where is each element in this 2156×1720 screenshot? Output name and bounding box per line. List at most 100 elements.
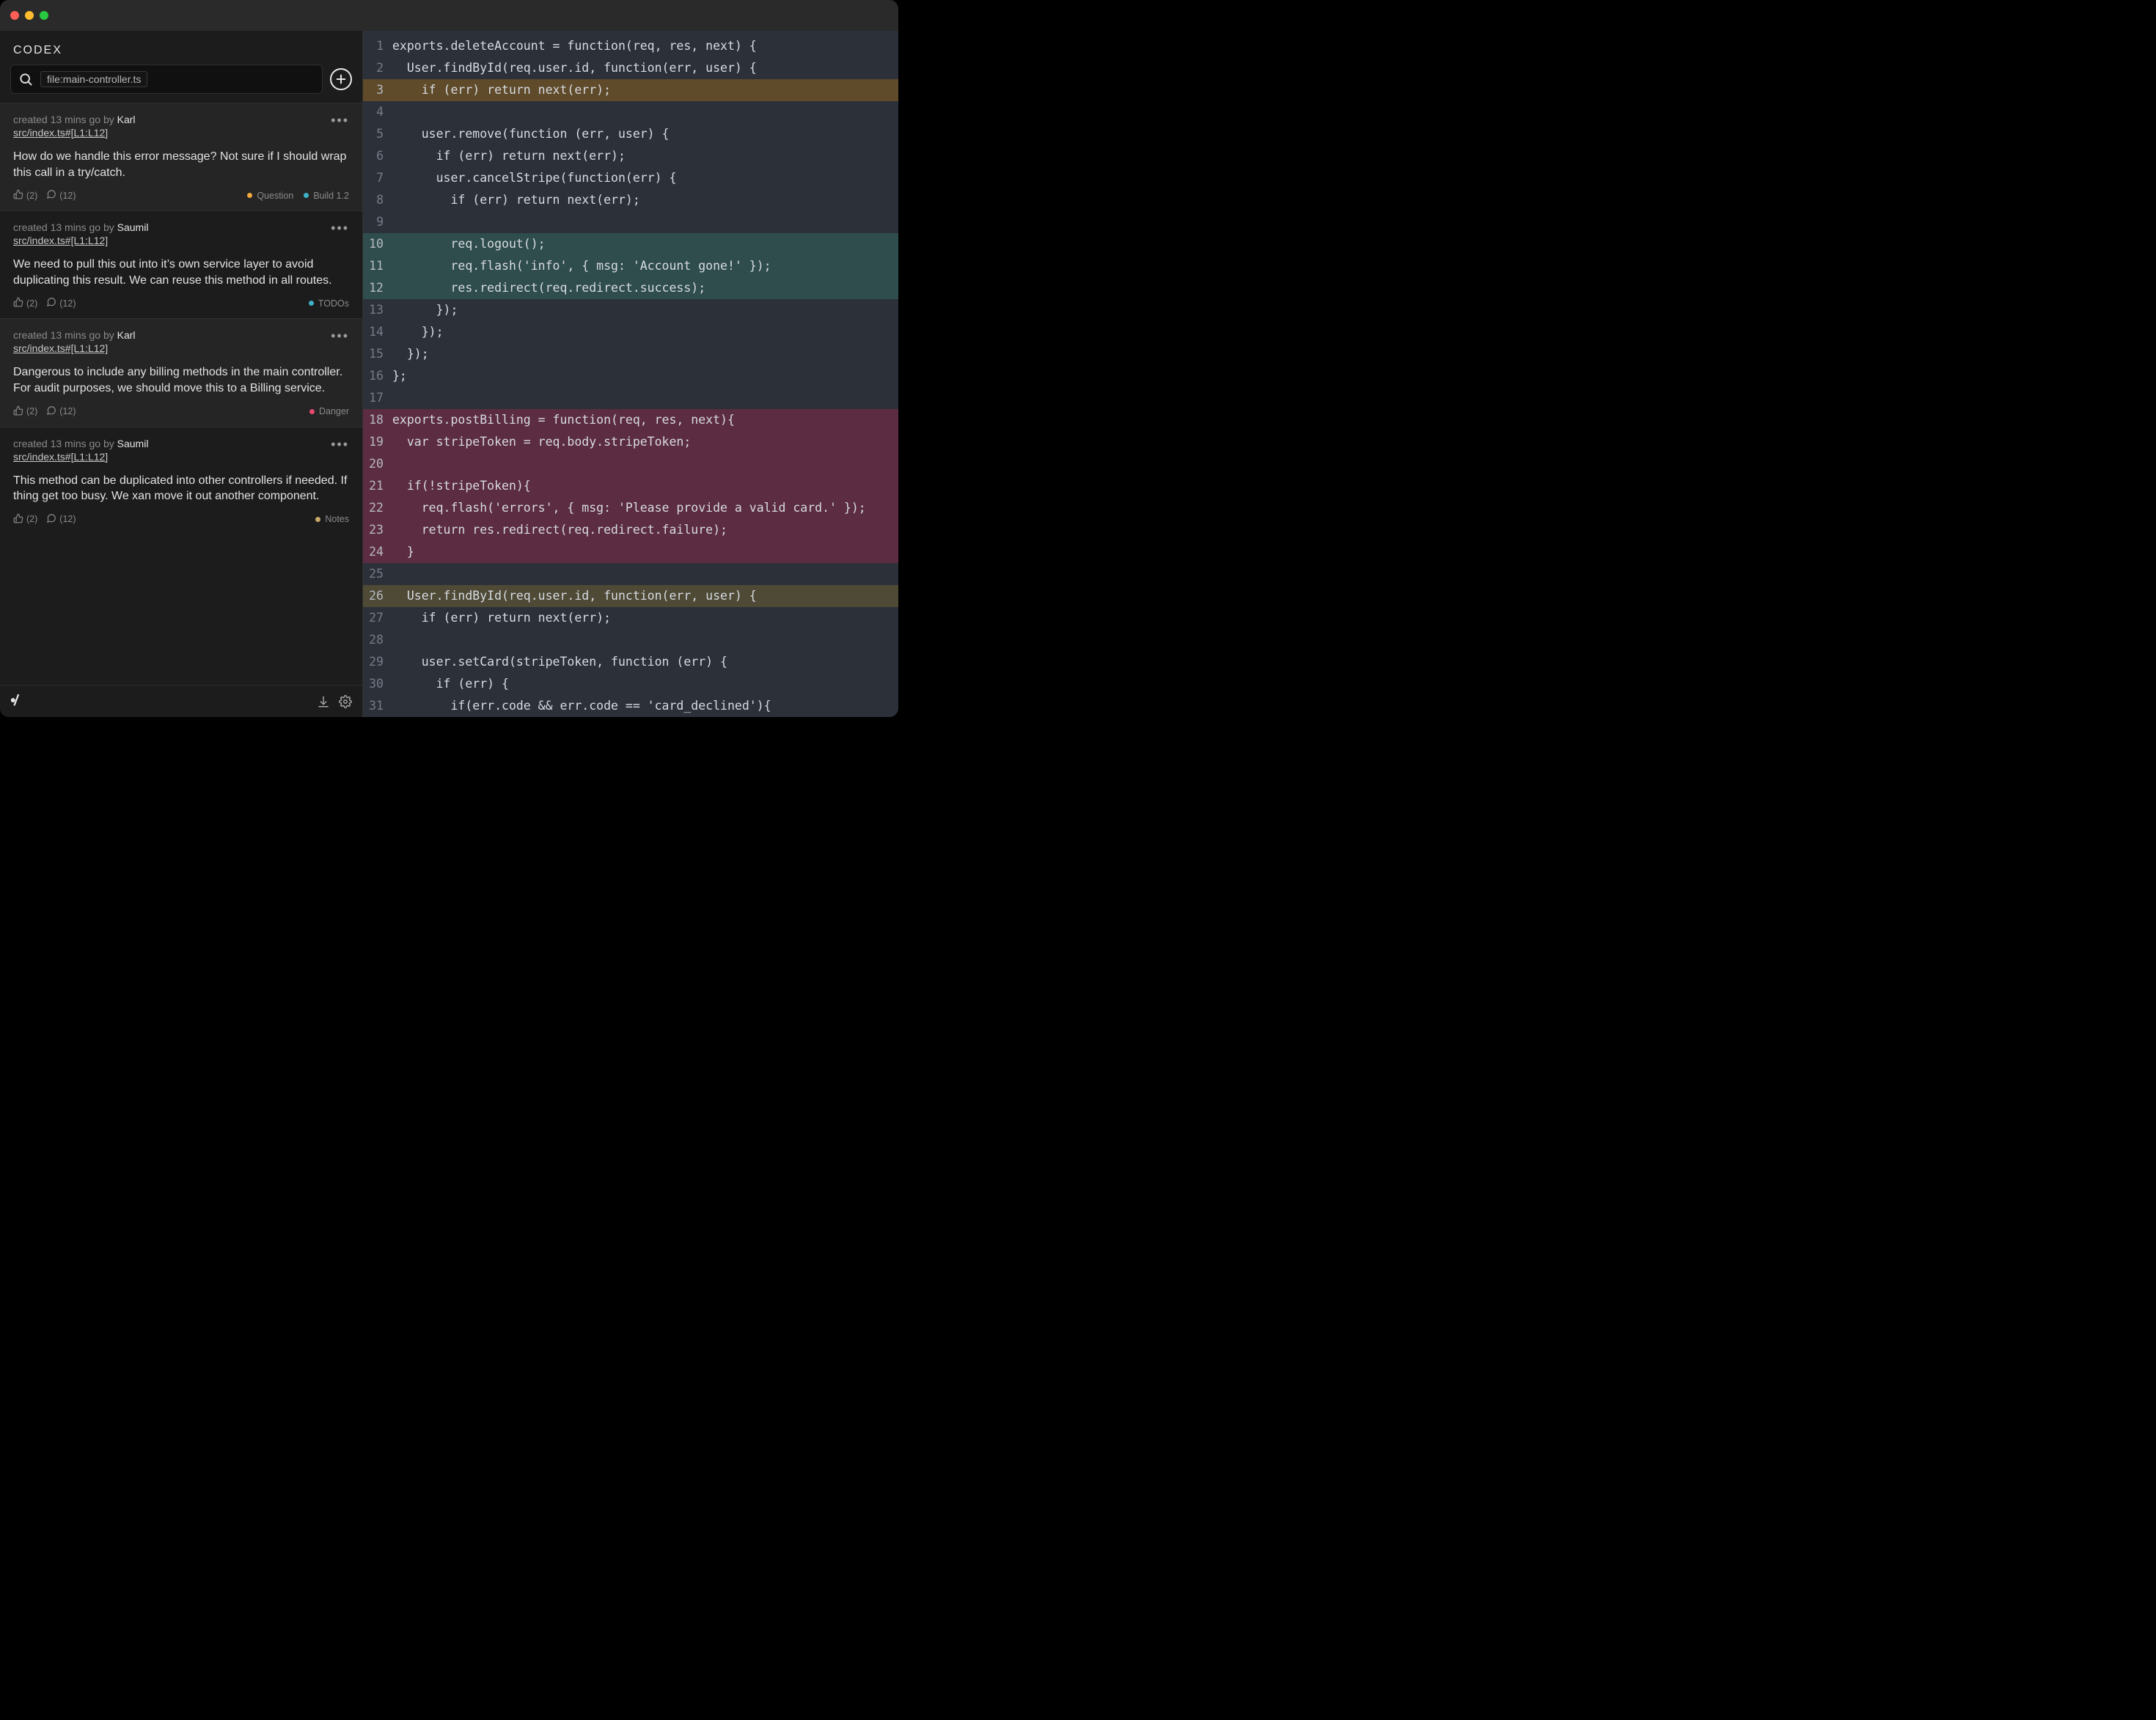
more-icon[interactable]: •••	[331, 221, 349, 235]
file-reference-link[interactable]: src/index.ts#[L1:L12]	[13, 451, 108, 463]
code-line[interactable]: 10 req.logout();	[363, 233, 898, 255]
line-content[interactable]: });	[388, 343, 898, 365]
like-button[interactable]: (2)	[13, 189, 37, 202]
comments-button[interactable]: (12)	[46, 513, 76, 526]
code-line[interactable]: 29 user.setCard(stripeToken, function (e…	[363, 651, 898, 673]
code-line[interactable]: 3 if (err) return next(err);	[363, 79, 898, 101]
line-content[interactable]	[388, 387, 898, 409]
more-icon[interactable]: •••	[331, 114, 349, 127]
code-line[interactable]: 28	[363, 629, 898, 651]
code-line[interactable]: 26 User.findById(req.user.id, function(e…	[363, 585, 898, 607]
line-content[interactable]: if(!stripeToken){	[388, 475, 898, 497]
code-line[interactable]: 18exports.postBilling = function(req, re…	[363, 409, 898, 431]
annotation-card[interactable]: created 13 mins go by Saumil src/index.t…	[0, 427, 362, 534]
download-icon[interactable]	[317, 695, 330, 708]
line-content[interactable]: req.logout();	[388, 233, 898, 255]
logo-icon[interactable]: •/	[10, 693, 17, 710]
code-line[interactable]: 4	[363, 101, 898, 123]
line-content[interactable]: if (err) {	[388, 673, 898, 695]
code-line[interactable]: 25	[363, 563, 898, 585]
line-content[interactable]: user.setCard(stripeToken, function (err)…	[388, 651, 898, 673]
zoom-icon[interactable]	[40, 11, 48, 20]
annotation-card[interactable]: created 13 mins go by Saumil src/index.t…	[0, 210, 362, 318]
line-content[interactable]	[388, 101, 898, 123]
comments-button[interactable]: (12)	[46, 189, 76, 202]
line-content[interactable]: user.remove(function (err, user) {	[388, 123, 898, 145]
code-line[interactable]: 15 });	[363, 343, 898, 365]
code-line[interactable]: 5 user.remove(function (err, user) {	[363, 123, 898, 145]
line-content[interactable]: req.flash('errors', { msg: 'Please provi…	[388, 497, 898, 519]
line-content[interactable]: exports.deleteAccount = function(req, re…	[388, 35, 898, 57]
search-input[interactable]: file:main-controller.ts	[10, 65, 323, 94]
code-line[interactable]: 1exports.deleteAccount = function(req, r…	[363, 35, 898, 57]
code-line[interactable]: 20	[363, 453, 898, 475]
line-content[interactable]	[388, 629, 898, 651]
code-line[interactable]: 12 res.redirect(req.redirect.success);	[363, 277, 898, 299]
gear-icon[interactable]	[339, 695, 352, 708]
line-content[interactable]: User.findById(req.user.id, function(err,…	[388, 585, 898, 607]
line-content[interactable]: res.redirect(req.redirect.success);	[388, 277, 898, 299]
line-content[interactable]: var stripeToken = req.body.stripeToken;	[388, 431, 898, 453]
code-editor[interactable]: 1exports.deleteAccount = function(req, r…	[363, 31, 898, 717]
code-line[interactable]: 27 if (err) return next(err);	[363, 607, 898, 629]
comments-button[interactable]: (12)	[46, 297, 76, 309]
line-content[interactable]: if (err) return next(err);	[388, 607, 898, 629]
more-icon[interactable]: •••	[331, 438, 349, 451]
add-button[interactable]	[330, 68, 352, 90]
minimize-icon[interactable]	[25, 11, 34, 20]
titlebar[interactable]	[0, 0, 898, 31]
code-line[interactable]: 30 if (err) {	[363, 673, 898, 695]
annotation-card[interactable]: created 13 mins go by Karl src/index.ts#…	[0, 103, 362, 210]
code-line[interactable]: 8 if (err) return next(err);	[363, 189, 898, 211]
code-line[interactable]: 16};	[363, 365, 898, 387]
code-line[interactable]: 11 req.flash('info', { msg: 'Account gon…	[363, 255, 898, 277]
line-content[interactable]	[388, 563, 898, 585]
code-line[interactable]: 31 if(err.code && err.code == 'card_decl…	[363, 695, 898, 717]
line-content[interactable]: });	[388, 299, 898, 321]
like-button[interactable]: (2)	[13, 405, 37, 418]
line-content[interactable]: User.findById(req.user.id, function(err,…	[388, 57, 898, 79]
code-line[interactable]: 6 if (err) return next(err);	[363, 145, 898, 167]
line-content[interactable]: if(err.code && err.code == 'card_decline…	[388, 695, 898, 717]
file-reference-link[interactable]: src/index.ts#[L1:L12]	[13, 342, 108, 354]
tag[interactable]: TODOs	[309, 298, 349, 309]
line-content[interactable]: });	[388, 321, 898, 343]
close-icon[interactable]	[10, 11, 19, 20]
code-line[interactable]: 14 });	[363, 321, 898, 343]
annotation-list[interactable]: created 13 mins go by Karl src/index.ts#…	[0, 103, 362, 685]
code-line[interactable]: 23 return res.redirect(req.redirect.fail…	[363, 519, 898, 541]
code-line[interactable]: 24 }	[363, 541, 898, 563]
tag[interactable]: Notes	[315, 514, 349, 524]
tag[interactable]: Question	[247, 191, 293, 201]
code-line[interactable]: 19 var stripeToken = req.body.stripeToke…	[363, 431, 898, 453]
line-content[interactable]: if (err) return next(err);	[388, 145, 898, 167]
tag-label: Question	[257, 191, 293, 201]
file-reference-link[interactable]: src/index.ts#[L1:L12]	[13, 127, 108, 139]
line-content[interactable]: req.flash('info', { msg: 'Account gone!'…	[388, 255, 898, 277]
line-content[interactable]: if (err) return next(err);	[388, 189, 898, 211]
code-line[interactable]: 22 req.flash('errors', { msg: 'Please pr…	[363, 497, 898, 519]
comments-button[interactable]: (12)	[46, 405, 76, 418]
line-content[interactable]: user.cancelStripe(function(err) {	[388, 167, 898, 189]
like-button[interactable]: (2)	[13, 297, 37, 309]
code-line[interactable]: 13 });	[363, 299, 898, 321]
line-content[interactable]	[388, 453, 898, 475]
line-content[interactable]: };	[388, 365, 898, 387]
tag[interactable]: Build 1.2	[304, 191, 349, 201]
line-content[interactable]: if (err) return next(err);	[388, 79, 898, 101]
line-content[interactable]	[388, 211, 898, 233]
code-line[interactable]: 7 user.cancelStripe(function(err) {	[363, 167, 898, 189]
line-content[interactable]: return res.redirect(req.redirect.failure…	[388, 519, 898, 541]
code-line[interactable]: 17	[363, 387, 898, 409]
code-line[interactable]: 2 User.findById(req.user.id, function(er…	[363, 57, 898, 79]
line-content[interactable]: exports.postBilling = function(req, res,…	[388, 409, 898, 431]
code-line[interactable]: 9	[363, 211, 898, 233]
like-button[interactable]: (2)	[13, 513, 37, 526]
line-content[interactable]: }	[388, 541, 898, 563]
tag[interactable]: Danger	[309, 406, 349, 416]
search-chip[interactable]: file:main-controller.ts	[40, 71, 147, 87]
annotation-card[interactable]: created 13 mins go by Karl src/index.ts#…	[0, 318, 362, 426]
file-reference-link[interactable]: src/index.ts#[L1:L12]	[13, 235, 108, 246]
code-line[interactable]: 21 if(!stripeToken){	[363, 475, 898, 497]
more-icon[interactable]: •••	[331, 329, 349, 342]
